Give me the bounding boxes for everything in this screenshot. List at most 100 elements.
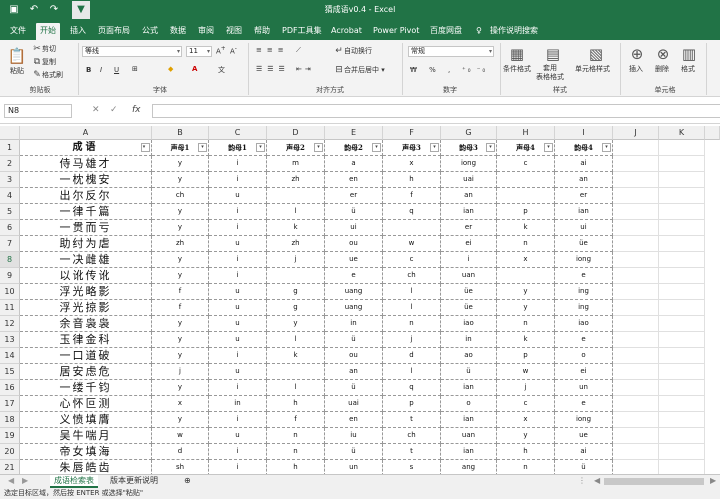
pinyin-cell[interactable]: i	[209, 172, 267, 188]
pinyin-cell[interactable]: y	[497, 284, 555, 300]
font-size-select[interactable]: 11 ▾	[186, 46, 212, 57]
empty-cell[interactable]	[613, 348, 659, 364]
sheet-tab-idiom-search[interactable]: 成语检索表	[50, 475, 98, 488]
pinyin-cell[interactable]: o	[441, 396, 497, 412]
pinyin-cell[interactable]: ing	[555, 300, 613, 316]
row-header[interactable]: 18	[0, 412, 20, 428]
pinyin-cell[interactable]: iong	[441, 156, 497, 172]
empty-cell[interactable]	[659, 316, 705, 332]
row-header[interactable]: 20	[0, 444, 20, 460]
pinyin-cell[interactable]: i	[209, 252, 267, 268]
pinyin-cell[interactable]: ei	[555, 364, 613, 380]
pinyin-cell[interactable]: ue	[555, 428, 613, 444]
idiom-cell[interactable]: 以讹传讹	[20, 268, 152, 284]
empty-cell[interactable]	[659, 444, 705, 460]
pinyin-cell[interactable]: l	[267, 380, 325, 396]
borders-icon[interactable]: ⊞	[132, 65, 138, 73]
tab-data[interactable]: 数据	[166, 23, 190, 40]
pinyin-cell[interactable]: p	[383, 396, 441, 412]
delete-cells-button[interactable]: 删除	[655, 64, 669, 74]
format-painter-button[interactable]: ✎格式刷	[32, 70, 63, 80]
column-header-j[interactable]: J	[613, 126, 659, 140]
pinyin-cell[interactable]: j	[267, 252, 325, 268]
pinyin-cell[interactable]: iu	[325, 428, 383, 444]
prev-sheet-icon[interactable]: ◀	[4, 475, 18, 488]
pinyin-cell[interactable]: i	[209, 444, 267, 460]
row-header[interactable]: 3	[0, 172, 20, 188]
pinyin-cell[interactable]: e	[325, 268, 383, 284]
empty-cell[interactable]	[613, 252, 659, 268]
grow-font-icon[interactable]: A+	[216, 46, 226, 55]
pinyin-cell[interactable]: g	[267, 300, 325, 316]
idiom-cell[interactable]: 一口道破	[20, 348, 152, 364]
pinyin-cell[interactable]: k	[267, 220, 325, 236]
insert-cells-icon[interactable]: ⊕	[626, 44, 648, 64]
column-header-h[interactable]: H	[497, 126, 555, 140]
pinyin-cell[interactable]: l	[267, 332, 325, 348]
decimal-icons[interactable]: ⁺₀ ⁻₀	[462, 66, 487, 74]
empty-cell[interactable]	[613, 364, 659, 380]
pinyin-cell[interactable]: y	[152, 316, 209, 332]
pinyin-cell[interactable]: en	[325, 412, 383, 428]
tab-acrobat[interactable]: Acrobat	[327, 23, 366, 40]
pinyin-cell[interactable]: ch	[152, 188, 209, 204]
pinyin-cell[interactable]: i	[209, 220, 267, 236]
pinyin-cell[interactable]: y	[267, 316, 325, 332]
empty-cell[interactable]	[659, 204, 705, 220]
pinyin-cell[interactable]: f	[152, 300, 209, 316]
pinyin-cell[interactable]: n	[497, 236, 555, 252]
pinyin-cell[interactable]: a	[325, 156, 383, 172]
column-header-d[interactable]: D	[267, 126, 325, 140]
idiom-cell[interactable]: 吴牛喘月	[20, 428, 152, 444]
column-header-g[interactable]: G	[441, 126, 497, 140]
pinyin-cell[interactable]: o	[555, 348, 613, 364]
pinyin-cell[interactable]: t	[383, 444, 441, 460]
pinyin-cell[interactable]: j	[497, 380, 555, 396]
pinyin-cell[interactable]: ch	[383, 428, 441, 444]
empty-cell[interactable]	[613, 268, 659, 284]
empty-cell[interactable]	[613, 300, 659, 316]
pinyin-cell[interactable]: l	[267, 204, 325, 220]
filter-dropdown-icon[interactable]: ▾	[141, 143, 150, 152]
pinyin-cell[interactable]: uan	[441, 428, 497, 444]
delete-cells-icon[interactable]: ⊗	[652, 44, 674, 64]
pinyin-cell[interactable]: ue	[325, 252, 383, 268]
idiom-cell[interactable]: 居安虑危	[20, 364, 152, 380]
tab-power-pivot[interactable]: Power Pivot	[369, 23, 423, 40]
pinyin-cell[interactable]: d	[383, 348, 441, 364]
pinyin-cell[interactable]: c	[497, 156, 555, 172]
pinyin-cell[interactable]: ui	[325, 220, 383, 236]
pinyin-cell[interactable]: in	[441, 332, 497, 348]
empty-cell[interactable]	[659, 300, 705, 316]
indent-icons[interactable]: ⇤⇥	[296, 65, 314, 73]
filter-dropdown-icon[interactable]: ▾	[430, 143, 439, 152]
pinyin-cell[interactable]: u	[209, 236, 267, 252]
horizontal-scrollbar[interactable]	[604, 478, 704, 485]
pinyin-cell[interactable]: ou	[325, 348, 383, 364]
sheet-tab-changelog[interactable]: 版本更新说明	[106, 475, 162, 488]
insert-cells-button[interactable]: 插入	[629, 64, 643, 74]
pinyin-cell[interactable]: ü	[325, 332, 383, 348]
idiom-cell[interactable]: 一缕千钧	[20, 380, 152, 396]
row-header[interactable]: 2	[0, 156, 20, 172]
header-cell[interactable]: 声母4 ▾	[497, 140, 555, 156]
filter-dropdown-icon[interactable]: ▾	[602, 143, 611, 152]
empty-cell[interactable]	[613, 156, 659, 172]
fill-color-icon[interactable]: ◆	[168, 65, 173, 73]
pinyin-cell[interactable]: e	[555, 396, 613, 412]
row-header[interactable]: 14	[0, 348, 20, 364]
header-cell[interactable]: 韵母2 ▾	[325, 140, 383, 156]
vertical-align-icons[interactable]: ≡≡≡	[256, 46, 289, 54]
pinyin-cell[interactable]: j	[383, 332, 441, 348]
pinyin-cell[interactable]: üe	[441, 300, 497, 316]
pinyin-cell[interactable]: y	[497, 428, 555, 444]
empty-cell[interactable]	[613, 332, 659, 348]
pinyin-cell[interactable]: h	[383, 172, 441, 188]
tab-file[interactable]: 文件	[6, 23, 30, 40]
search-commands[interactable]: 操作说明搜索	[486, 23, 542, 40]
row-header[interactable]: 17	[0, 396, 20, 412]
empty-cell[interactable]	[659, 380, 705, 396]
pinyin-cell[interactable]: l	[383, 284, 441, 300]
row-header[interactable]: 10	[0, 284, 20, 300]
pinyin-cell[interactable]: y	[152, 220, 209, 236]
